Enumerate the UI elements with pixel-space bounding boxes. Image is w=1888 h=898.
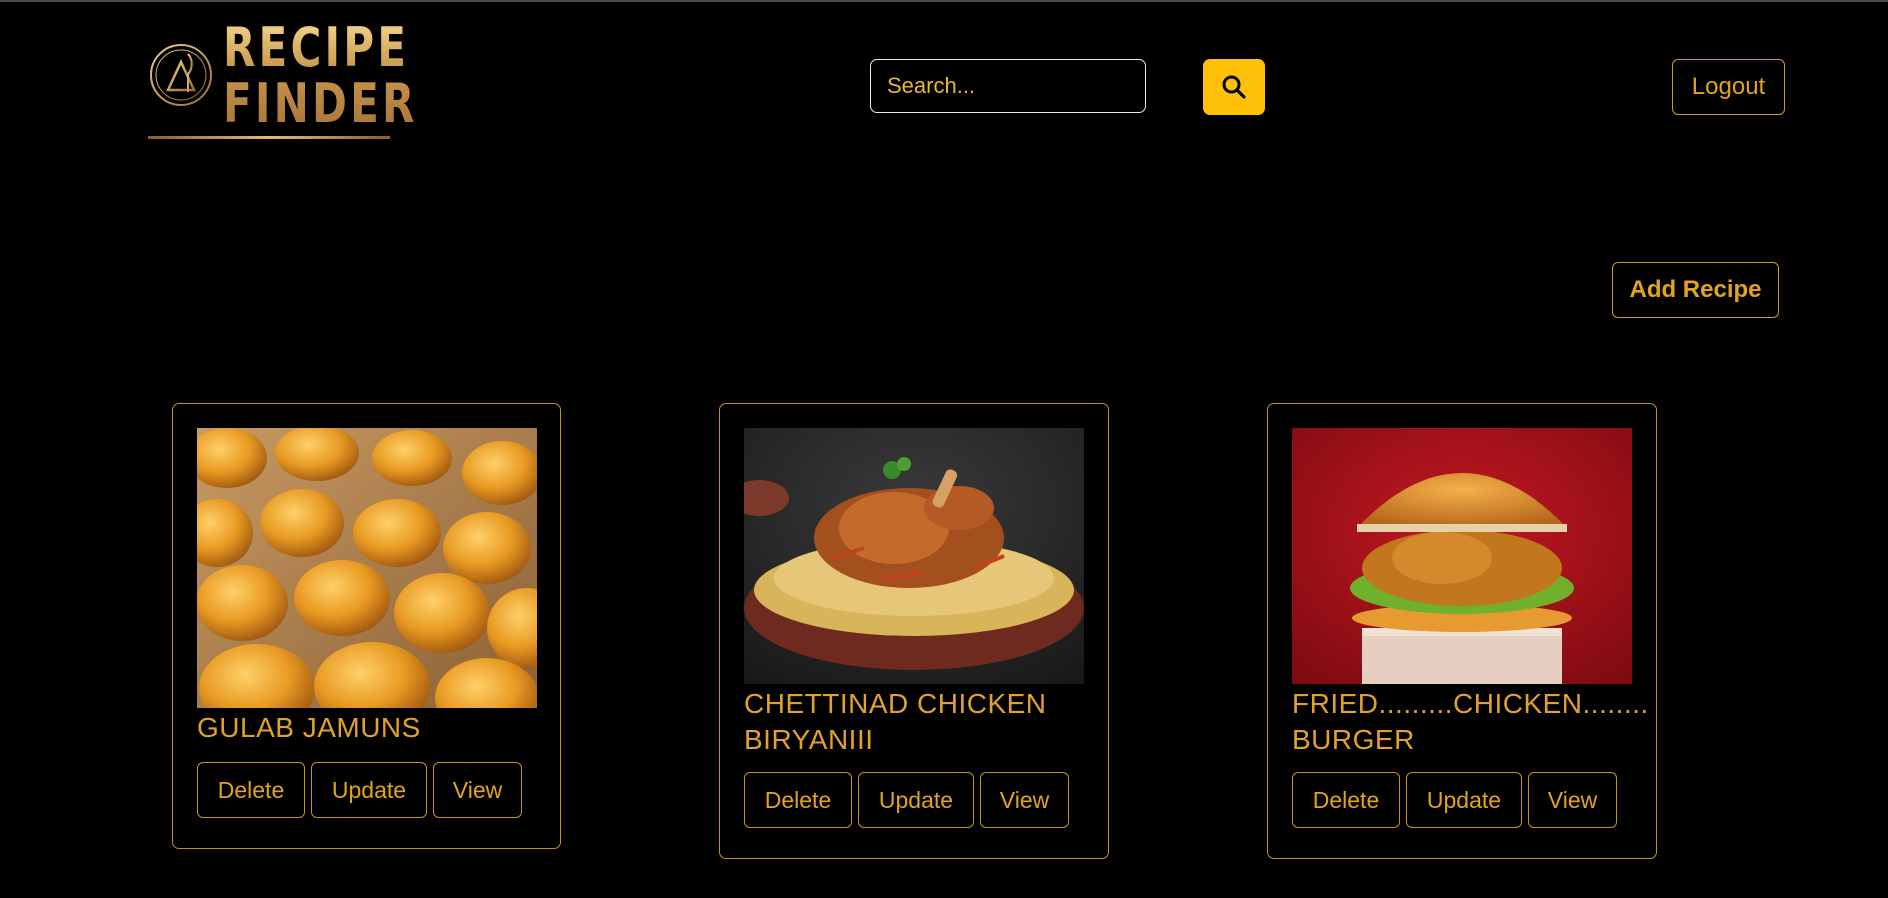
recipe-title: CHETTINAD CHICKEN BIRYANIII (744, 688, 1047, 755)
add-recipe-button[interactable]: Add Recipe (1612, 262, 1779, 318)
logo-text: RECIPE FINDER (223, 20, 418, 132)
top-border (0, 0, 1888, 2)
recipe-title: GULAB JAMUNS (197, 712, 421, 743)
recipe-card: FRIED.........CHICKEN........ BURGER Del… (1267, 403, 1657, 859)
fried-chicken-burger-photo (1292, 428, 1632, 684)
update-button[interactable]: Update (858, 772, 974, 828)
delete-button[interactable]: Delete (1292, 772, 1400, 828)
update-button[interactable]: Update (1406, 772, 1522, 828)
recipe-image (197, 428, 537, 708)
recipe-actions: Delete Update View (744, 772, 1069, 828)
chicken-biryani-photo (744, 428, 1084, 684)
gulab-jamuns-photo (197, 428, 537, 708)
recipe-card: CHETTINAD CHICKEN BIRYANIII Delete Updat… (719, 403, 1109, 859)
recipe-image (1292, 428, 1632, 684)
recipe-title: FRIED.........CHICKEN........ BURGER (1292, 688, 1649, 755)
search-icon (1222, 75, 1246, 99)
cutlery-emblem-icon (150, 44, 212, 106)
logo-underline (148, 136, 390, 139)
view-button[interactable]: View (980, 772, 1069, 828)
recipe-actions: Delete Update View (197, 762, 522, 818)
logout-button[interactable]: Logout (1672, 59, 1785, 115)
search-input[interactable] (870, 59, 1146, 113)
delete-button[interactable]: Delete (197, 762, 305, 818)
update-button[interactable]: Update (311, 762, 427, 818)
view-button[interactable]: View (1528, 772, 1617, 828)
delete-button[interactable]: Delete (744, 772, 852, 828)
logo[interactable]: RECIPE FINDER (148, 20, 392, 142)
page: RECIPE FINDER Logout Add Recipe (0, 0, 1888, 898)
view-button[interactable]: View (433, 762, 522, 818)
logo-line-2: FINDER (223, 72, 418, 135)
recipe-actions: Delete Update View (1292, 772, 1617, 828)
recipe-card: GULAB JAMUNS Delete Update View (172, 403, 561, 849)
logo-line-1: RECIPE (223, 16, 410, 79)
recipe-image (744, 428, 1084, 684)
search-button[interactable] (1203, 59, 1265, 115)
